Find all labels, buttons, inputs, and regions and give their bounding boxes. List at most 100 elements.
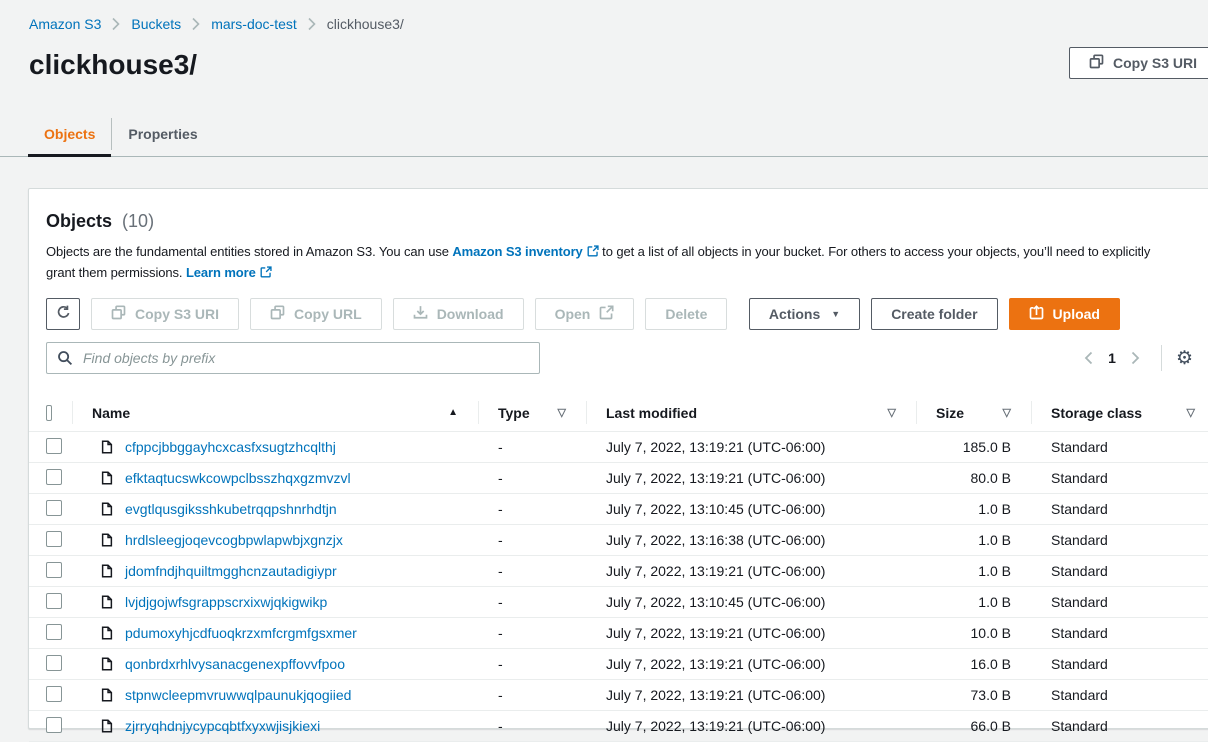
breadcrumb-current-prefix: clickhouse3/	[327, 16, 404, 32]
upload-button[interactable]: Upload	[1009, 298, 1120, 330]
object-last-modified: July 7, 2022, 13:10:45 (UTC-06:00)	[586, 501, 916, 517]
sort-icon: ▽	[1187, 406, 1195, 419]
object-last-modified: July 7, 2022, 13:16:38 (UTC-06:00)	[586, 532, 916, 548]
object-storage-class: Standard	[1031, 687, 1208, 703]
object-name-link[interactable]: pdumoxyhjcdfuoqkrzxmfcrgmfgsxmer	[125, 625, 357, 641]
next-page-button[interactable]	[1122, 347, 1149, 369]
breadcrumb-buckets[interactable]: Buckets	[131, 16, 181, 32]
object-storage-class: Standard	[1031, 501, 1208, 517]
column-header-type[interactable]: Type ▽	[478, 394, 586, 431]
delete-button[interactable]: Delete	[645, 298, 727, 330]
select-all-checkbox[interactable]	[46, 405, 52, 421]
row-checkbox[interactable]	[46, 531, 62, 547]
caret-down-icon: ▼	[831, 309, 840, 319]
copy-s3-uri-header-button[interactable]: Copy S3 URI	[1069, 47, 1208, 79]
row-checkbox[interactable]	[46, 500, 62, 516]
column-header-storage-class[interactable]: Storage class ▽	[1031, 394, 1208, 431]
object-size: 73.0 B	[916, 687, 1031, 703]
object-type: -	[478, 563, 586, 579]
object-name-link[interactable]: zjrryqhdnjycypcqbtfxyxwjisjkiexi	[125, 718, 320, 734]
sort-ascending-icon: ▲	[448, 407, 458, 418]
object-size: 185.0 B	[916, 439, 1031, 455]
table-row: stpnwcleepmvruwwqlpaunukjqogiied - July …	[29, 680, 1208, 711]
object-last-modified: July 7, 2022, 13:19:21 (UTC-06:00)	[586, 687, 916, 703]
open-button[interactable]: Open	[535, 298, 635, 330]
preferences-gear-button[interactable]: ⚙	[1176, 349, 1193, 368]
column-header-last-modified[interactable]: Last modified ▽	[586, 394, 916, 431]
sort-icon: ▽	[888, 406, 896, 419]
sort-icon: ▽	[558, 406, 566, 419]
refresh-icon	[56, 305, 71, 323]
breadcrumb-amazon-s3[interactable]: Amazon S3	[29, 16, 101, 32]
object-name-link[interactable]: hrdlsleegjoqevcogbpwlapwbjxgnzjx	[125, 532, 343, 548]
object-last-modified: July 7, 2022, 13:10:45 (UTC-06:00)	[586, 594, 916, 610]
column-header-size[interactable]: Size ▽	[916, 394, 1031, 431]
row-checkbox[interactable]	[46, 686, 62, 702]
table-header: Name ▲ Type ▽ Last modified ▽ Size ▽ Sto…	[29, 394, 1208, 432]
object-storage-class: Standard	[1031, 470, 1208, 486]
object-last-modified: July 7, 2022, 13:19:21 (UTC-06:00)	[586, 563, 916, 579]
objects-panel: Objects (10) Objects are the fundamental…	[28, 188, 1208, 729]
row-checkbox[interactable]	[46, 593, 62, 609]
breadcrumb: Amazon S3 Buckets mars-doc-test clickhou…	[0, 0, 1208, 32]
row-checkbox[interactable]	[46, 655, 62, 671]
object-type: -	[478, 439, 586, 455]
table-row: evgtlqusgiksshkubetrqqpshnrhdtjn - July …	[29, 494, 1208, 525]
previous-page-button[interactable]	[1075, 347, 1102, 369]
row-checkbox[interactable]	[46, 717, 62, 733]
row-checkbox[interactable]	[46, 438, 62, 454]
table-row: cfppcjbbggayhcxcasfxsugtzhcqlthj - July …	[29, 432, 1208, 463]
object-storage-class: Standard	[1031, 532, 1208, 548]
row-checkbox[interactable]	[46, 624, 62, 640]
object-last-modified: July 7, 2022, 13:19:21 (UTC-06:00)	[586, 656, 916, 672]
object-last-modified: July 7, 2022, 13:19:21 (UTC-06:00)	[586, 439, 916, 455]
object-type: -	[478, 532, 586, 548]
object-type: -	[478, 625, 586, 641]
table-row: qonbrdxrhlvysanacgenexpffovvfpoo - July …	[29, 649, 1208, 680]
column-header-name[interactable]: Name ▲	[72, 394, 478, 431]
learn-more-link[interactable]: Learn more	[186, 265, 272, 280]
refresh-button[interactable]	[46, 298, 80, 330]
learn-more-label: Learn more	[186, 265, 256, 280]
tab-properties[interactable]: Properties	[112, 112, 213, 156]
object-name-link[interactable]: evgtlqusgiksshkubetrqqpshnrhdtjn	[125, 501, 337, 517]
row-checkbox[interactable]	[46, 469, 62, 485]
object-name-link[interactable]: cfppcjbbggayhcxcasfxsugtzhcqlthj	[125, 439, 336, 455]
object-storage-class: Standard	[1031, 625, 1208, 641]
table-row: hrdlsleegjoqevcogbpwlapwbjxgnzjx - July …	[29, 525, 1208, 556]
object-type: -	[478, 501, 586, 517]
objects-count: (10)	[122, 211, 154, 231]
column-label-name: Name	[92, 405, 130, 421]
upload-icon	[1029, 305, 1044, 323]
object-type: -	[478, 687, 586, 703]
download-button[interactable]: Download	[393, 298, 524, 330]
object-name-link[interactable]: stpnwcleepmvruwwqlpaunukjqogiied	[125, 687, 351, 703]
object-name-link[interactable]: qonbrdxrhlvysanacgenexpffovvfpoo	[125, 656, 345, 672]
object-name-link[interactable]: efktaqtucswkcowpclbsszhqxgzmvzvl	[125, 470, 351, 486]
toolbar-right-group: Actions ▼ Create folder Upload	[749, 298, 1120, 330]
search-icon	[57, 350, 73, 371]
file-icon	[100, 532, 114, 548]
external-link-icon	[587, 243, 599, 263]
search-row: 1 ⚙	[46, 342, 1193, 374]
object-name-link[interactable]: lvjdjgojwfsgrappscrxixwjqkigwikp	[125, 594, 327, 610]
object-type: -	[478, 718, 586, 734]
create-folder-button[interactable]: Create folder	[871, 298, 997, 330]
search-input[interactable]	[46, 342, 540, 374]
copy-s3-uri-button[interactable]: Copy S3 URI	[91, 298, 239, 330]
inventory-link-label: Amazon S3 inventory	[452, 244, 582, 259]
objects-table: Name ▲ Type ▽ Last modified ▽ Size ▽ Sto…	[29, 394, 1208, 742]
sort-icon: ▽	[1003, 406, 1011, 419]
table-row: zjrryqhdnjycypcqbtfxyxwjisjkiexi - July …	[29, 711, 1208, 742]
amazon-s3-inventory-link[interactable]: Amazon S3 inventory	[452, 244, 598, 259]
actions-dropdown-button[interactable]: Actions ▼	[749, 298, 860, 330]
tab-objects[interactable]: Objects	[28, 112, 111, 156]
object-name-link[interactable]: jdomfndjhquiltmgghcnzautadigiypr	[125, 563, 337, 579]
table-row: jdomfndjhquiltmgghcnzautadigiypr - July …	[29, 556, 1208, 587]
file-icon	[100, 470, 114, 486]
row-checkbox[interactable]	[46, 562, 62, 578]
object-storage-class: Standard	[1031, 594, 1208, 610]
copy-url-button[interactable]: Copy URL	[250, 298, 382, 330]
download-label: Download	[437, 306, 504, 322]
breadcrumb-bucket-name[interactable]: mars-doc-test	[211, 16, 297, 32]
